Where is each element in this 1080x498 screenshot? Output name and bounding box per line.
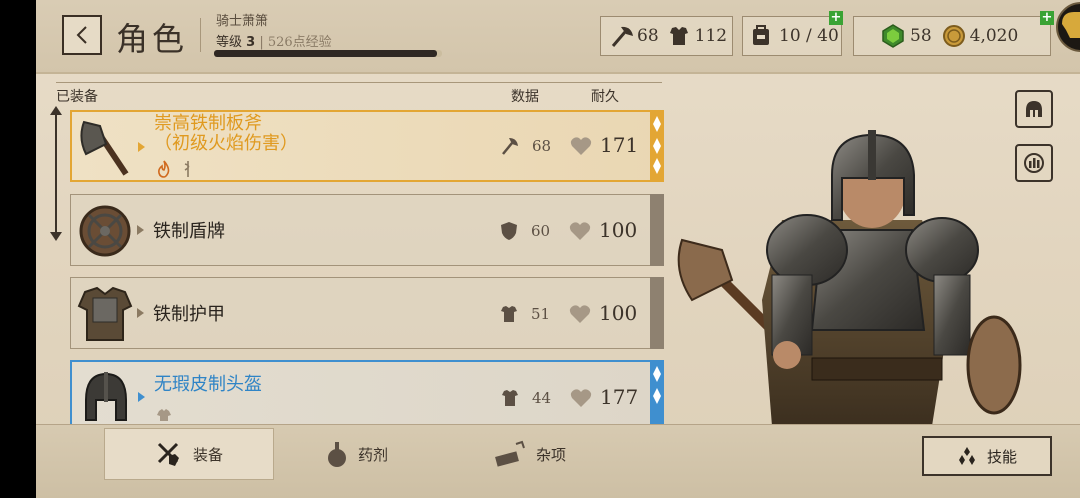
rarity-strip — [650, 194, 664, 266]
attack-value: 68 — [637, 26, 659, 46]
armor-icon — [502, 390, 518, 406]
heart-icon — [570, 137, 592, 155]
rarity-strip — [650, 277, 664, 349]
add-capacity-button[interactable]: + — [829, 11, 843, 25]
list-divider — [56, 82, 662, 83]
armor-thumbnail-icon — [77, 286, 133, 341]
xp-text: 526点经验 — [267, 35, 332, 50]
currency-box[interactable]: 58 4,020 — [853, 16, 1051, 56]
item-row-armor[interactable]: 铁制护甲 51 100 — [70, 277, 664, 349]
item-row-axe[interactable]: 崇高铁制板斧 （初级火焰伤害） 68 171 — [70, 110, 664, 182]
heart-icon — [569, 222, 591, 240]
character-screen: 角色 骑士萧箫 等级 3 | 526点经验 68 112 10 / 40 + 5… — [0, 0, 1080, 498]
appearance-button[interactable] — [1015, 90, 1053, 128]
gold-value: 4,020 — [969, 26, 1019, 46]
inventory-capacity-box[interactable]: 10 / 40 — [742, 16, 842, 56]
level-info: 等级 3 | 526点经验 — [216, 35, 332, 50]
axe-icon — [611, 26, 633, 47]
skills-label: 技能 — [986, 447, 1017, 466]
bar-chart-icon — [1024, 153, 1044, 173]
item-durability-value: 100 — [599, 301, 638, 325]
axe-thumbnail-icon — [80, 120, 129, 176]
character-name: 骑士萧箫 — [216, 14, 269, 29]
item-arrow — [138, 392, 145, 402]
item-name: 崇高铁制板斧 （初级火焰伤害） — [154, 113, 298, 154]
level-value: 3 — [246, 35, 256, 50]
armor-icon — [501, 306, 517, 322]
level-label: 等级 — [216, 35, 243, 50]
armor-icon — [669, 27, 688, 45]
heart-icon — [570, 389, 592, 407]
diamond-icon — [653, 116, 661, 174]
carry-value: 10 / 40 — [779, 26, 839, 46]
item-row-helmet[interactable]: 无瑕皮制头盔 44 177 — [70, 360, 664, 424]
gem-value: 58 — [910, 26, 932, 46]
scroll-indicator[interactable] — [55, 110, 57, 238]
durability-header: 耐久 — [591, 89, 619, 105]
enchant-icon — [184, 161, 190, 177]
item-stat-value: 51 — [531, 305, 551, 323]
item-stat-value: 68 — [532, 137, 552, 155]
diamond-icon — [653, 366, 661, 404]
armor-type-icon — [157, 409, 171, 421]
rarity-strip — [650, 110, 664, 182]
tab-misc-label: 杂项 — [536, 445, 567, 464]
back-button[interactable] — [62, 15, 102, 55]
item-durability-value: 171 — [600, 133, 639, 157]
item-name: 无瑕皮制头盔 — [154, 374, 262, 395]
item-name: 铁制盾牌 — [153, 221, 225, 242]
add-currency-button[interactable]: + — [1040, 11, 1054, 25]
axe-icon — [502, 138, 518, 155]
crossed-weapons-icon — [157, 442, 179, 466]
title-separator — [200, 18, 201, 52]
item-name: 铁制护甲 — [153, 304, 225, 325]
scroll-down-arrow — [50, 232, 62, 241]
xp-bar-fill — [214, 50, 438, 57]
shield-icon — [501, 222, 517, 240]
rarity-strip — [650, 360, 664, 424]
equipped-header: 已装备 — [56, 89, 98, 105]
tab-equipment[interactable]: 装备 — [104, 428, 274, 480]
left-edge — [0, 0, 36, 498]
backpack-icon — [753, 25, 769, 45]
item-stat-value: 60 — [531, 222, 551, 240]
helmet-icon — [1062, 12, 1080, 38]
item-row-clip: 无瑕皮制头盔 44 177 — [68, 358, 668, 424]
tab-potions[interactable]: 药剂 — [326, 428, 388, 480]
helmet-thumbnail-icon — [85, 372, 127, 421]
item-row-shield[interactable]: 铁制盾牌 60 100 — [70, 194, 664, 266]
tab-equipment-label: 装备 — [193, 445, 224, 464]
scroll-up-arrow — [50, 106, 62, 115]
gem-icon — [882, 24, 904, 48]
combat-stats-box[interactable]: 68 112 — [600, 16, 733, 56]
shield-thumbnail-icon — [79, 205, 131, 257]
item-durability-value: 100 — [599, 218, 638, 242]
item-durability-value: 177 — [600, 385, 639, 409]
tab-misc[interactable]: 杂项 — [494, 428, 566, 480]
item-arrow — [138, 142, 145, 152]
tab-potions-label: 药剂 — [358, 445, 389, 464]
profile-avatar[interactable] — [1056, 0, 1080, 56]
skills-button[interactable]: 技能 — [922, 436, 1052, 476]
item-stat-value: 44 — [532, 389, 552, 407]
armor-value: 112 — [694, 26, 728, 46]
xp-bar — [214, 50, 442, 57]
stats-header: 数据 — [511, 89, 539, 105]
item-arrow — [137, 225, 144, 235]
gold-coin-icon — [942, 25, 965, 47]
heart-icon — [569, 305, 591, 323]
misc-items-icon — [495, 440, 525, 467]
page-title: 角色 — [116, 20, 189, 58]
helmet-icon — [1026, 101, 1042, 117]
item-arrow — [137, 308, 144, 318]
skills-icon — [958, 447, 975, 465]
chevron-left-icon — [76, 26, 87, 44]
fire-icon — [158, 160, 170, 178]
character-model — [677, 130, 1022, 426]
potion-icon — [328, 442, 346, 467]
